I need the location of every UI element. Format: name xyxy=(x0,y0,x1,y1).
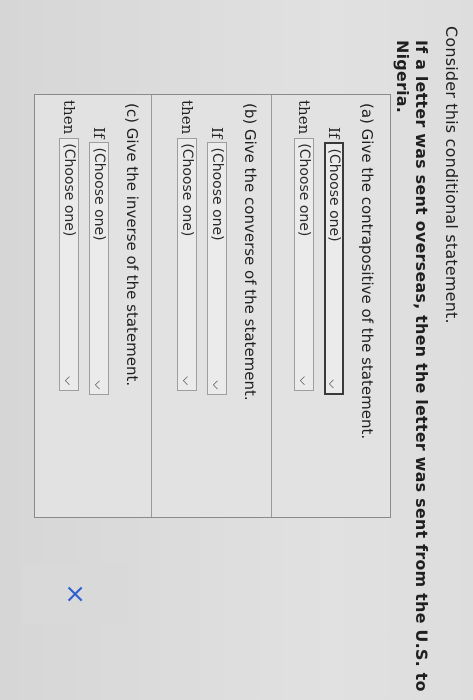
question-c-title: (c) Give the inverse of the statement. xyxy=(123,103,141,387)
select-value: (Choose one) xyxy=(179,143,195,237)
question-a-if-row: If (Choose one) ⌵ xyxy=(324,127,344,396)
chevron-down-icon: ⌵ xyxy=(180,376,194,386)
page: Consider this conditional statement. If … xyxy=(0,0,473,700)
then-label: then xyxy=(178,100,196,135)
conditional-statement: If a letter was sent overseas, then the … xyxy=(393,40,431,692)
question-a-title: (a) Give the contrapositive of the state… xyxy=(358,103,376,440)
question-b: (b) Give the converse of the statement. … xyxy=(152,95,272,517)
question-b-then-row: then (Choose one) ⌵ xyxy=(177,100,197,392)
answer-card: (a) Give the contrapositive of the state… xyxy=(34,94,391,518)
select-value: (Choose one) xyxy=(91,147,107,241)
chevron-down-icon: ⌵ xyxy=(92,380,106,390)
if-label: If xyxy=(208,127,226,139)
contrapositive-if-select[interactable]: (Choose one) ⌵ xyxy=(324,142,344,396)
chevron-down-icon: ⌵ xyxy=(297,376,311,386)
question-a-then-row: then (Choose one) ⌵ xyxy=(294,100,314,392)
intro-text: Consider this conditional statement. xyxy=(442,26,461,324)
inverse-if-select[interactable]: (Choose one) ⌵ xyxy=(89,142,109,396)
if-label: If xyxy=(90,127,108,139)
question-c-if-row: If (Choose one) ⌵ xyxy=(89,127,109,396)
contrapositive-then-select[interactable]: (Choose one) ⌵ xyxy=(294,138,314,392)
then-label: then xyxy=(60,100,78,135)
close-button[interactable]: × xyxy=(22,564,128,624)
if-label: If xyxy=(325,127,343,139)
select-value: (Choose one) xyxy=(61,143,77,237)
question-a: (a) Give the contrapositive of the state… xyxy=(272,95,390,517)
close-icon: × xyxy=(60,583,90,605)
then-label: then xyxy=(295,100,313,135)
question-b-if-row: If (Choose one) ⌵ xyxy=(207,127,227,396)
question-c-then-row: then (Choose one) ⌵ xyxy=(59,100,79,392)
chevron-down-icon: ⌵ xyxy=(62,376,76,386)
question-b-title: (b) Give the converse of the statement. xyxy=(241,103,259,401)
screen: Consider this conditional statement. If … xyxy=(0,0,473,700)
select-value: (Choose one) xyxy=(209,147,225,241)
select-value: (Choose one) xyxy=(296,143,312,237)
inverse-then-select[interactable]: (Choose one) ⌵ xyxy=(59,138,79,392)
select-value: (Choose one) xyxy=(326,148,342,242)
converse-then-select[interactable]: (Choose one) ⌵ xyxy=(177,138,197,392)
converse-if-select[interactable]: (Choose one) ⌵ xyxy=(207,142,227,396)
chevron-down-icon: ⌵ xyxy=(326,379,340,389)
question-c: (c) Give the inverse of the statement. I… xyxy=(35,95,152,517)
chevron-down-icon: ⌵ xyxy=(210,380,224,390)
